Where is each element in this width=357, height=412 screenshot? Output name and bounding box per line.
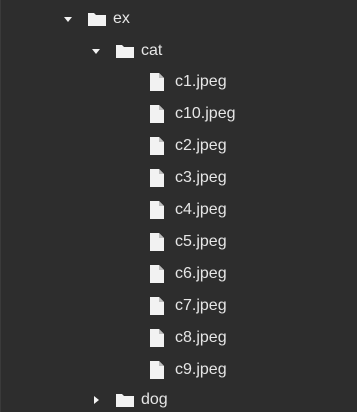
file-label: c6.jpeg [175, 265, 227, 282]
file-label: c8.jpeg [175, 329, 227, 346]
file-label: c9.jpeg [175, 361, 227, 378]
file-label: c1.jpeg [175, 73, 227, 90]
tree-file[interactable]: c10.jpeg [150, 102, 236, 126]
folder-label: dog [141, 391, 168, 408]
folder-icon [115, 43, 135, 59]
file-tree: ex cat c1.jpeg c10.jpeg c2.jpeg c3.jpeg … [0, 0, 357, 412]
file-label: c5.jpeg [175, 233, 227, 250]
file-label: c2.jpeg [175, 137, 227, 154]
caret-down-icon[interactable] [63, 14, 73, 24]
tree-file[interactable]: c8.jpeg [150, 326, 227, 350]
file-label: c10.jpeg [175, 105, 236, 122]
tree-file[interactable]: c4.jpeg [150, 198, 227, 222]
file-icon [150, 169, 164, 187]
tree-file[interactable]: c2.jpeg [150, 134, 227, 158]
folder-icon [87, 11, 107, 27]
tree-folder-dog[interactable]: dog [91, 388, 168, 412]
caret-right-icon[interactable] [91, 395, 101, 405]
tree-file[interactable]: c6.jpeg [150, 262, 227, 286]
folder-label: ex [113, 10, 130, 27]
folder-icon [115, 392, 135, 408]
tree-file[interactable]: c9.jpeg [150, 358, 227, 382]
file-icon [150, 73, 164, 91]
tree-folder-ex[interactable]: ex [63, 7, 130, 31]
file-icon [150, 265, 164, 283]
tree-file[interactable]: c7.jpeg [150, 294, 227, 318]
file-label: c4.jpeg [175, 201, 227, 218]
file-icon [150, 105, 164, 123]
file-label: c7.jpeg [175, 297, 227, 314]
tree-folder-cat[interactable]: cat [91, 39, 162, 63]
tree-file[interactable]: c1.jpeg [150, 70, 227, 94]
file-icon [150, 137, 164, 155]
file-icon [150, 329, 164, 347]
caret-down-icon[interactable] [91, 46, 101, 56]
file-icon [150, 233, 164, 251]
file-icon [150, 297, 164, 315]
file-icon [150, 201, 164, 219]
file-label: c3.jpeg [175, 169, 227, 186]
folder-label: cat [141, 42, 163, 59]
tree-file[interactable]: c3.jpeg [150, 166, 227, 190]
file-icon [150, 361, 164, 379]
tree-file[interactable]: c5.jpeg [150, 230, 227, 254]
